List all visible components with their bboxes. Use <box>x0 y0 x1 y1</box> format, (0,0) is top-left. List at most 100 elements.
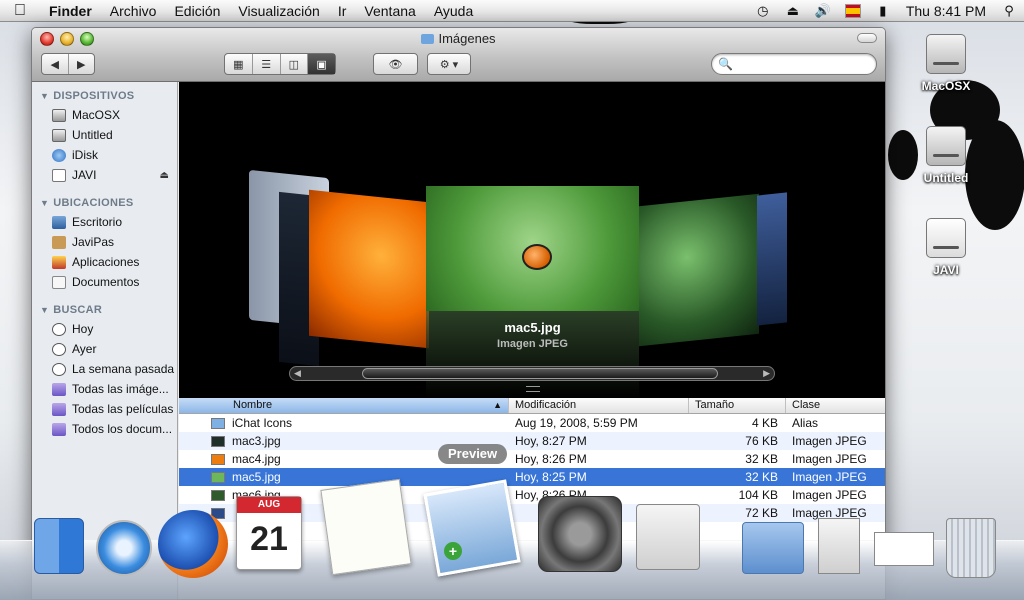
search-field[interactable]: 🔍 <box>711 53 877 75</box>
sidebar-item-macosx[interactable]: MacOSX <box>32 105 177 125</box>
sidebar-item-imagenes[interactable]: Todas las imáge... <box>32 379 177 399</box>
safari-dock-icon[interactable] <box>96 520 152 576</box>
sidebar-item-documentos[interactable]: Documentos <box>32 272 177 292</box>
menu-ventana[interactable]: Ventana <box>355 0 424 22</box>
sort-ascending-icon: ▲ <box>493 400 502 410</box>
menu-finder[interactable]: Finder <box>40 0 101 22</box>
time-machine-icon[interactable]: ◷ <box>748 0 778 22</box>
sidebar-item-aplicaciones[interactable]: Aplicaciones <box>32 252 177 272</box>
column-header-name[interactable]: Nombre ▲ <box>179 398 509 413</box>
eye-icon: 👁 <box>388 58 403 71</box>
sidebar-section-search[interactable]: ▼ BUSCAR <box>32 300 177 319</box>
icon-view-button[interactable]: ▦ <box>225 54 253 74</box>
idisk-icon <box>52 148 66 162</box>
hard-drive-icon <box>52 128 66 142</box>
list-view-button[interactable]: ☰ <box>253 54 281 74</box>
column-view-button[interactable]: ◫ <box>281 54 309 74</box>
disclosure-triangle-icon[interactable]: ▼ <box>40 305 49 315</box>
battery-icon[interactable]: ▮ <box>868 0 898 22</box>
applications-folder-dock-icon[interactable] <box>742 522 804 574</box>
minimized-window-dock-icon[interactable] <box>874 532 934 566</box>
sidebar-item-ayer[interactable]: Ayer <box>32 339 177 359</box>
spotlight-icon[interactable]: ⚲ <box>994 0 1024 22</box>
coverflow-caption-name: mac5.jpg <box>504 320 561 335</box>
sidebar-item-semana[interactable]: La semana pasada <box>32 359 177 379</box>
menu-ir[interactable]: Ir <box>329 0 356 22</box>
column-header-size[interactable]: Tamaño <box>689 398 786 413</box>
sidebar-item-escritorio[interactable]: Escritorio <box>32 212 177 232</box>
sidebar-item-javipas[interactable]: JaviPas <box>32 232 177 252</box>
eject-icon[interactable]: ⏏ <box>778 0 808 22</box>
coverflow-scrollbar[interactable]: ◀ ▶ <box>289 366 775 381</box>
scroll-left-icon[interactable]: ◀ <box>294 367 301 380</box>
forward-button[interactable]: ▶ <box>69 54 95 74</box>
sidebar-item-idisk[interactable]: iDisk <box>32 145 177 165</box>
coverflow-scroll-thumb[interactable] <box>362 368 718 379</box>
table-row[interactable]: mac4.jpg Hoy, 8:26 PM 32 KB Imagen JPEG <box>179 450 885 468</box>
desktop-icon-macosx[interactable]: MacOSX <box>906 34 986 93</box>
sidebar-item-hoy[interactable]: Hoy <box>32 319 177 339</box>
menu-ayuda[interactable]: Ayuda <box>425 0 482 22</box>
trash-dock-icon[interactable] <box>946 518 996 578</box>
menu-bar:  Finder Archivo Edición Visualización I… <box>0 0 1024 22</box>
alias-folder-icon <box>211 417 225 429</box>
table-row[interactable]: iChat Icons Aug 19, 2008, 5:59 PM 4 KB A… <box>179 414 885 432</box>
volume-icon[interactable]: 🔊 <box>808 0 838 22</box>
ical-dock-icon[interactable]: AUG 21 <box>236 496 302 570</box>
sidebar-item-documentos-smart[interactable]: Todos los docum... <box>32 419 177 439</box>
disclosure-triangle-icon[interactable]: ▼ <box>40 91 49 101</box>
action-menu-button[interactable]: ⚙ ▾ <box>427 53 471 75</box>
image-thumbnail-icon <box>211 471 225 483</box>
sidebar-item-untitled[interactable]: Untitled <box>32 125 177 145</box>
coverflow-blue-image[interactable] <box>757 192 787 326</box>
firefox-dock-icon[interactable] <box>158 510 228 578</box>
back-button[interactable]: ◀ <box>42 54 69 74</box>
preview-dock-icon[interactable] <box>423 479 521 577</box>
list-header: Nombre ▲ Modificación Tamaño Clase <box>179 398 885 414</box>
desktop-icon-untitled[interactable]: Untitled <box>906 126 986 185</box>
eject-icon[interactable]: ⏏ <box>160 170 169 181</box>
grab-dock-icon[interactable] <box>636 504 700 570</box>
sidebar-section-places[interactable]: ▼ UBICACIONES <box>32 193 177 212</box>
input-flag-icon[interactable] <box>838 0 868 22</box>
system-preferences-dock-icon[interactable] <box>538 496 622 572</box>
usb-drive-icon <box>926 218 966 258</box>
gear-icon: ⚙ ▾ <box>439 58 459 71</box>
column-header-modified[interactable]: Modificación <box>509 398 689 413</box>
hard-drive-icon <box>926 126 966 166</box>
search-input[interactable] <box>736 57 867 71</box>
sidebar-section-devices[interactable]: ▼ DISPOSITIVOS <box>32 86 177 105</box>
view-mode-control: ▦ ☰ ◫ ▣ <box>224 53 336 75</box>
usb-drive-icon <box>52 168 66 182</box>
cover-flow[interactable]: mac5.jpg Imagen JPEG ◀ ▶ <box>179 82 885 398</box>
toolbar-toggle-button[interactable] <box>857 33 877 43</box>
hard-drive-icon <box>52 108 66 122</box>
scroll-right-icon[interactable]: ▶ <box>763 367 770 380</box>
menu-visualizacion[interactable]: Visualización <box>229 0 328 22</box>
table-row-selected[interactable]: mac5.jpg Hoy, 8:25 PM 32 KB Imagen JPEG <box>179 468 885 486</box>
desktop-icon-javi[interactable]: JAVI <box>906 218 986 277</box>
sidebar-item-javi[interactable]: JAVI ⏏ <box>32 165 177 185</box>
resize-grip[interactable] <box>526 386 540 392</box>
image-thumbnail-icon <box>211 489 225 501</box>
image-thumbnail-icon <box>211 435 225 447</box>
table-row[interactable]: mac3.jpg Hoy, 8:27 PM 76 KB Imagen JPEG <box>179 432 885 450</box>
applications-icon <box>52 255 66 269</box>
window-titlebar[interactable]: Imágenes ◀ ▶ ▦ ☰ ◫ ▣ 👁 ⚙ ▾ 🔍 <box>32 28 885 82</box>
menu-clock[interactable]: Thu 8:41 PM <box>898 3 994 19</box>
menu-edicion[interactable]: Edición <box>165 0 229 22</box>
finder-dock-icon[interactable] <box>34 518 84 574</box>
menu-archivo[interactable]: Archivo <box>101 0 166 22</box>
column-header-kind[interactable]: Clase <box>786 398 885 413</box>
window-title-text: Imágenes <box>438 31 496 46</box>
documents-stack-dock-icon[interactable] <box>818 518 860 574</box>
disclosure-triangle-icon[interactable]: ▼ <box>40 198 49 208</box>
coverflow-view-button[interactable]: ▣ <box>308 54 335 74</box>
window-title: Imágenes <box>32 31 885 46</box>
smart-folder-icon <box>52 382 66 396</box>
quick-look-button[interactable]: 👁 <box>373 53 418 75</box>
sidebar-item-peliculas[interactable]: Todas las películas <box>32 399 177 419</box>
apple-icon[interactable]:  <box>0 2 40 20</box>
dock-tooltip: Preview <box>438 444 508 464</box>
textedit-dock-icon[interactable] <box>320 478 412 576</box>
